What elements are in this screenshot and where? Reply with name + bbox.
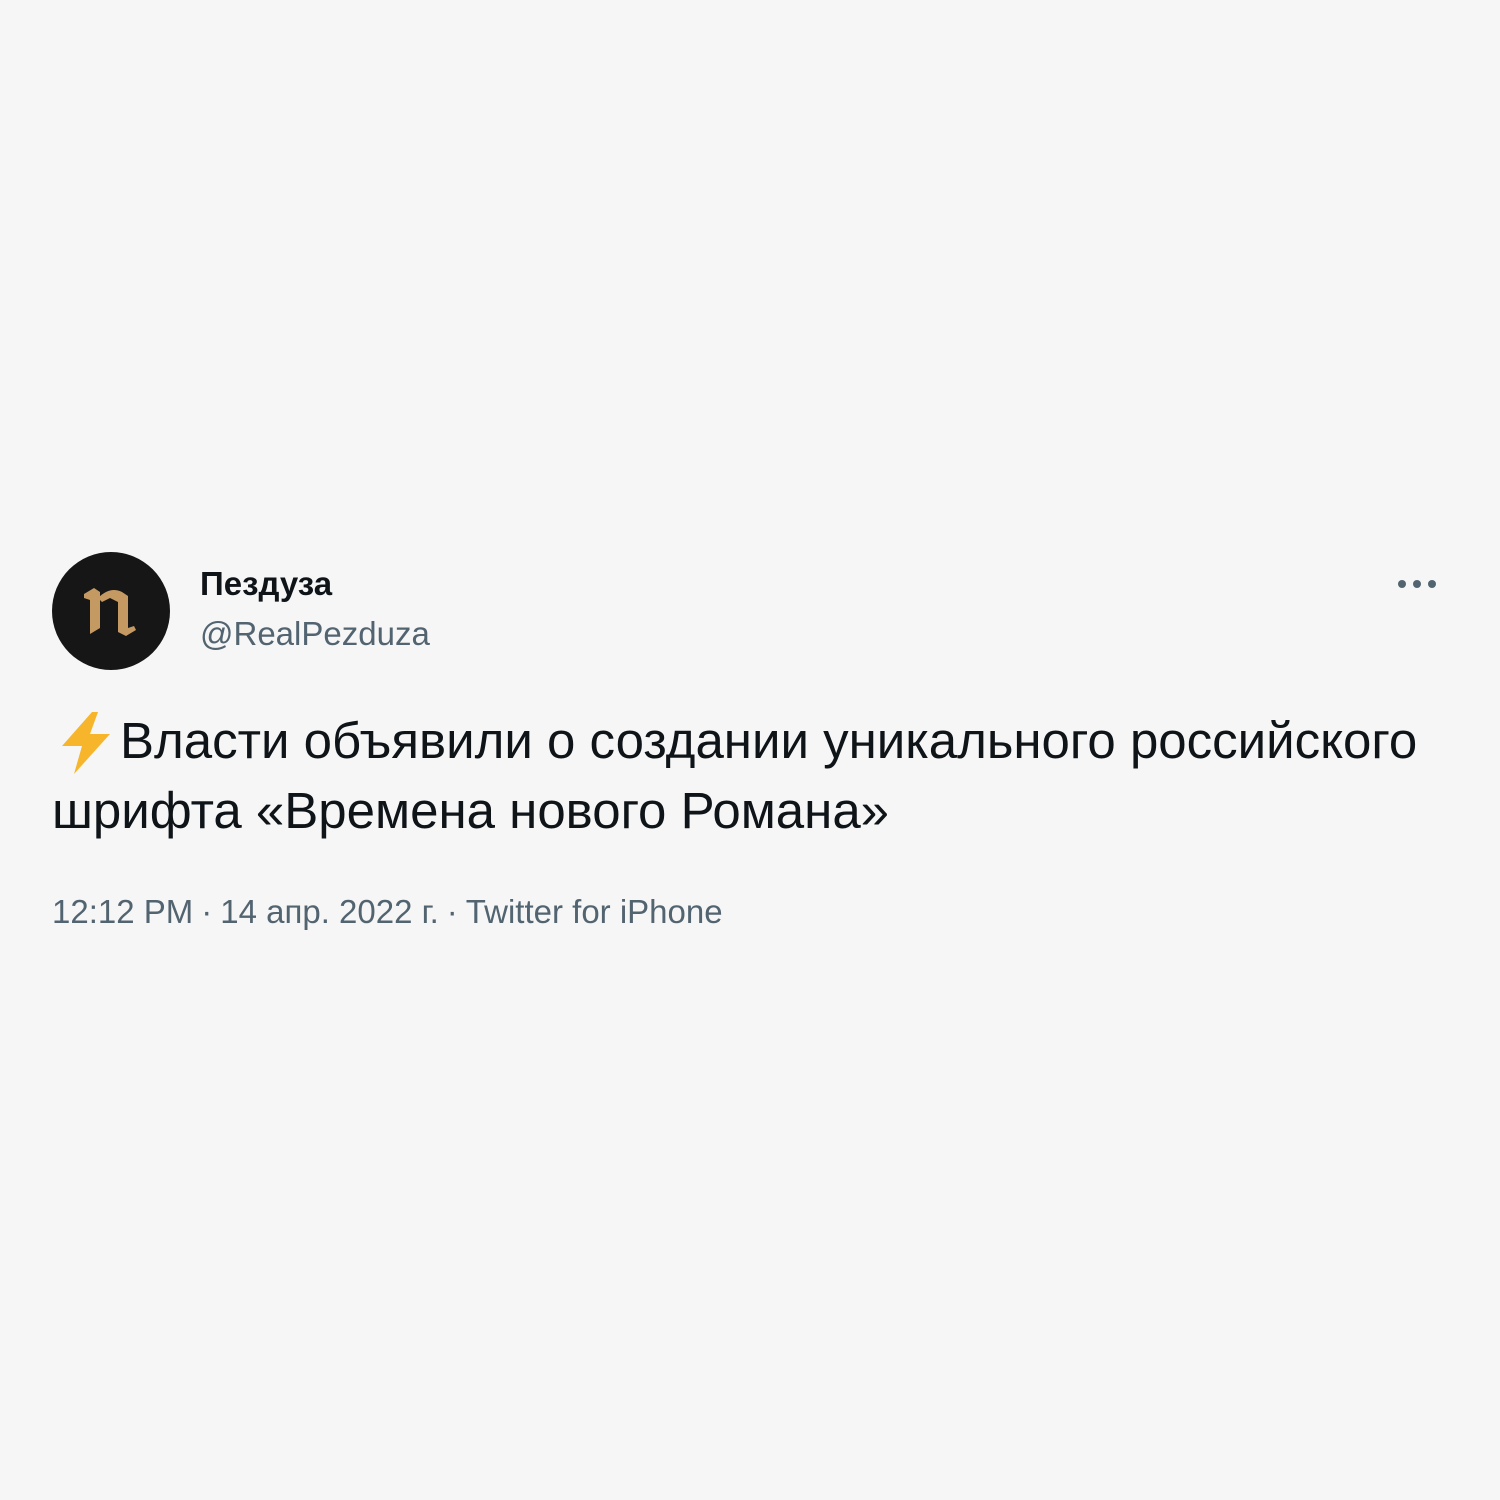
tweet-body: Власти объявили о создании уникального р… (52, 712, 1418, 839)
tweet: Пездуза @RealPezduza Власти объявили о с… (0, 0, 1500, 1500)
tweet-time[interactable]: 12:12 PM (52, 893, 193, 930)
tweet-source[interactable]: Twitter for iPhone (466, 893, 723, 930)
meduza-logo-icon (84, 588, 136, 636)
tweet-meta: 12:12 PM · 14 апр. 2022 г. · Twitter for iPh… (52, 890, 723, 934)
tweet-text: Власти объявили о создании уникального р… (52, 706, 1452, 846)
high-voltage-icon (52, 706, 120, 776)
more-dots-icon (1398, 580, 1436, 588)
tweet-date[interactable]: 14 апр. 2022 г. (220, 893, 439, 930)
more-options-button[interactable] (1392, 566, 1442, 602)
meta-separator: · (201, 893, 213, 930)
display-name[interactable]: Пездуза (200, 562, 332, 606)
avatar[interactable] (52, 552, 170, 670)
user-handle[interactable]: @RealPezduza (200, 612, 430, 656)
meta-separator: · (446, 893, 458, 930)
